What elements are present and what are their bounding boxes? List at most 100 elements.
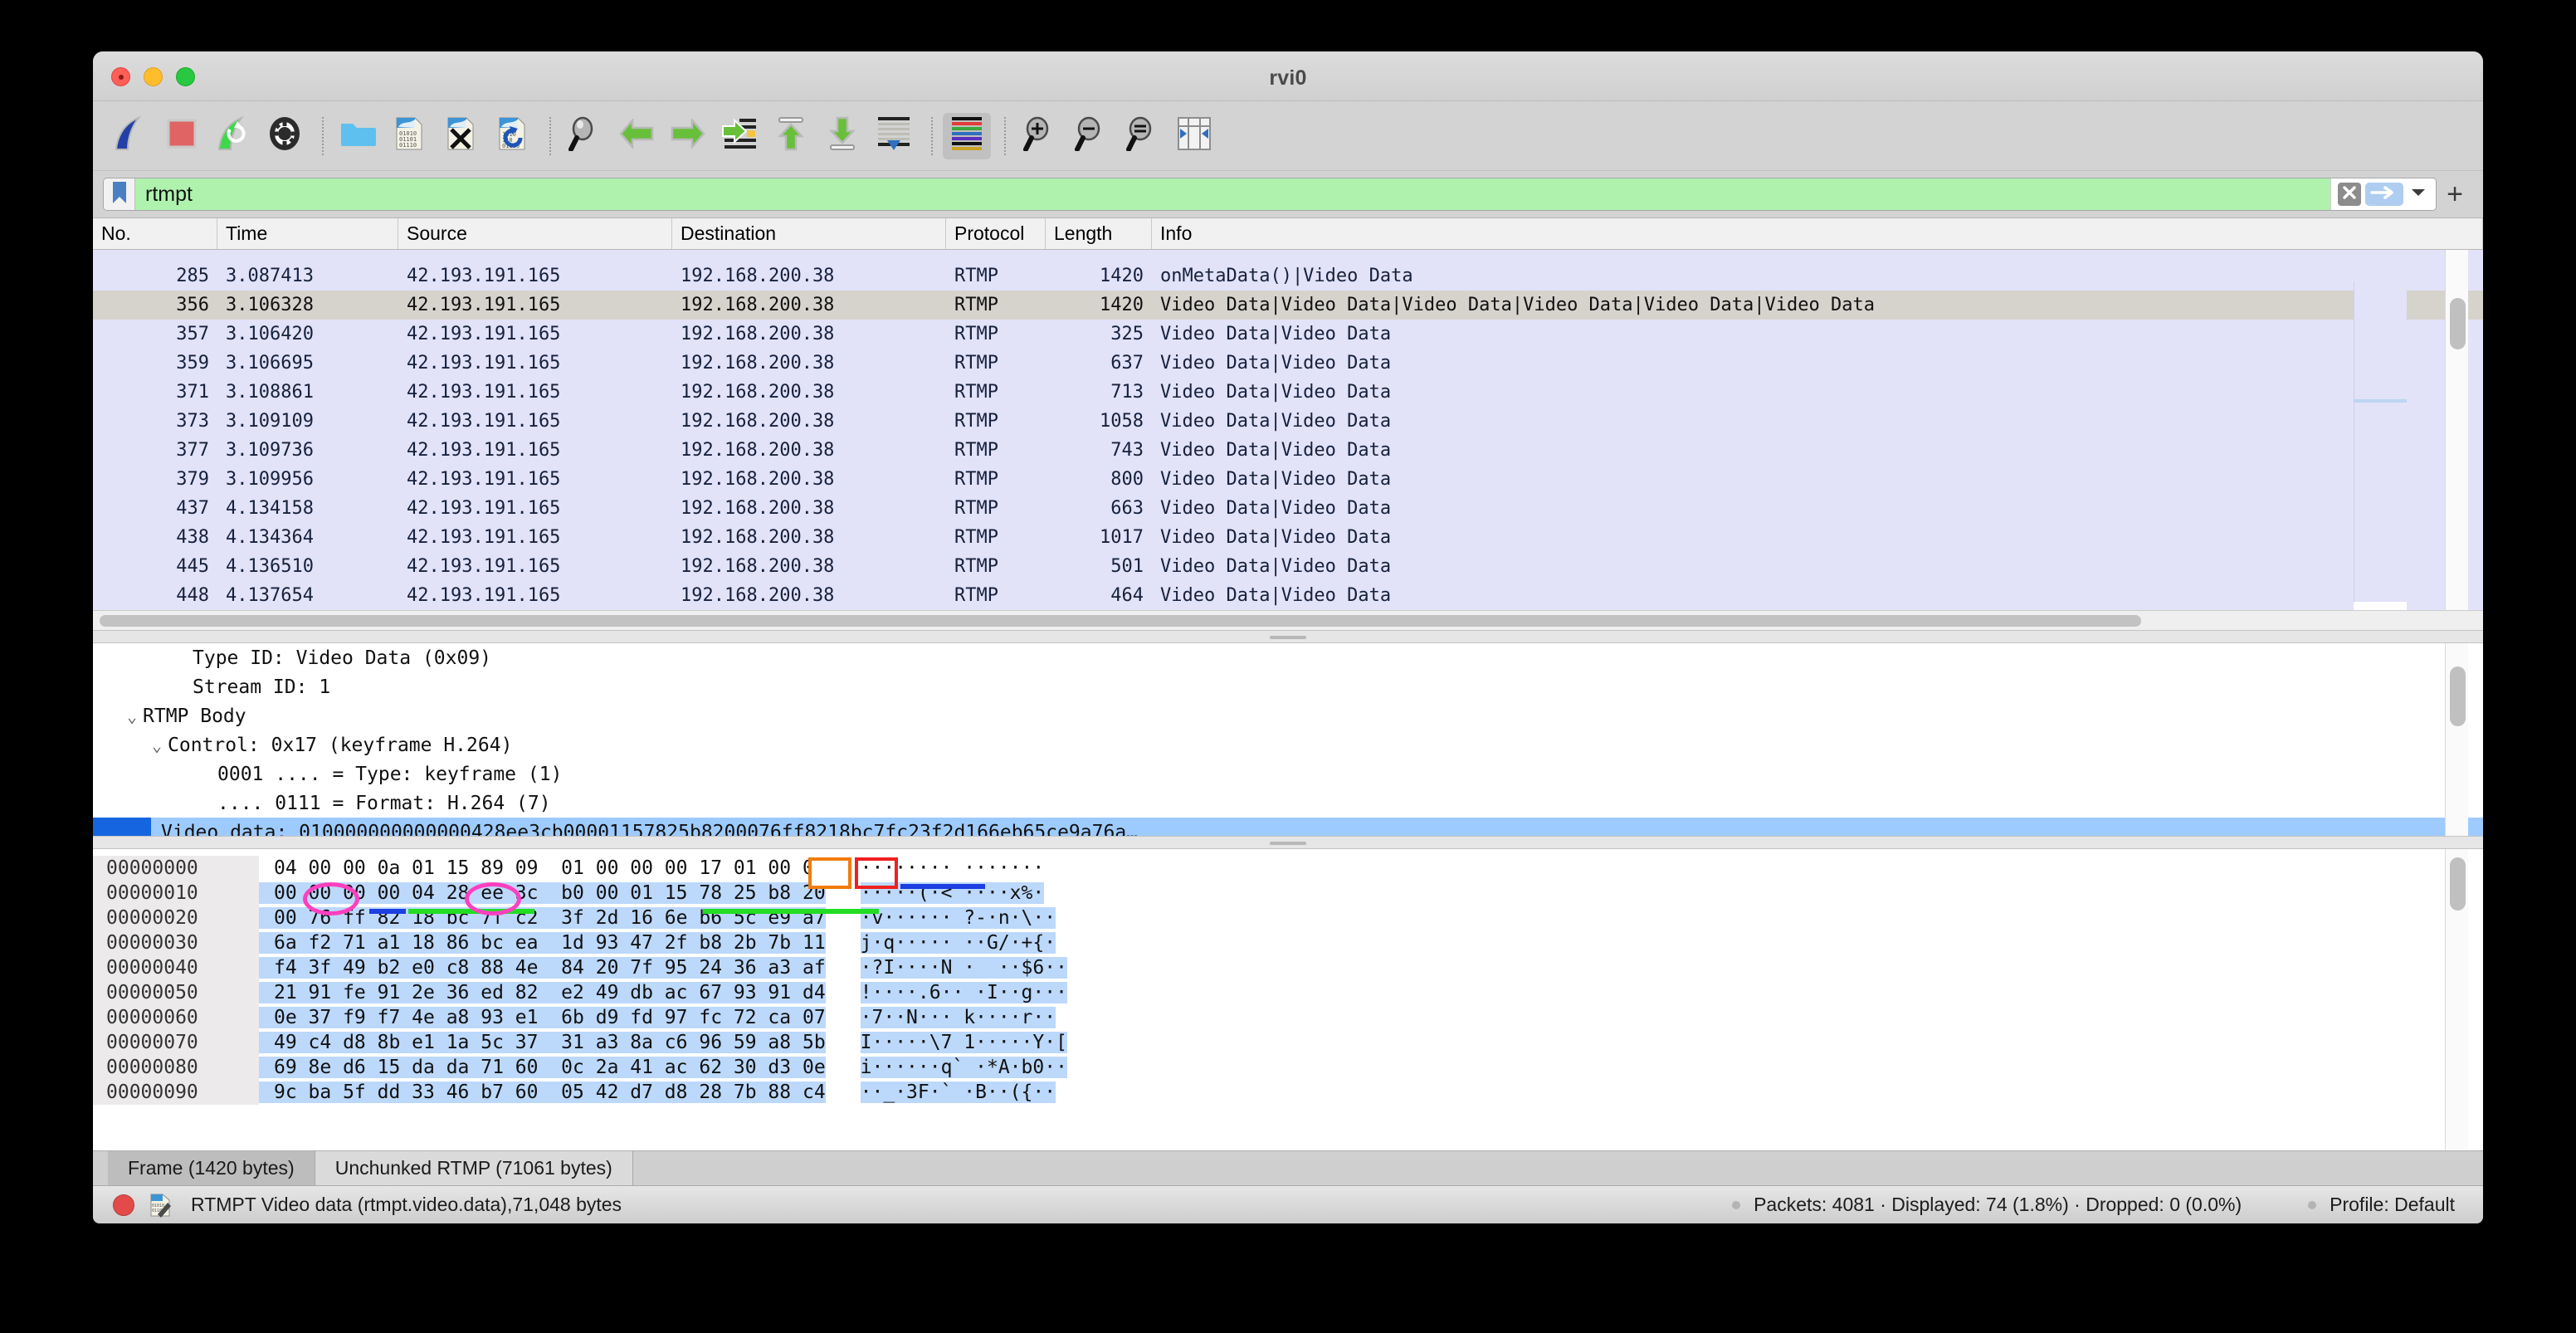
column-header-no[interactable]: No.: [93, 218, 217, 249]
close-file-button[interactable]: [437, 113, 485, 159]
packet-row[interactable]: 448 4.137654 42.193.191.165 192.168.200.38 R…: [93, 581, 2483, 610]
column-header-destination[interactable]: Destination: [672, 218, 946, 249]
column-header-info[interactable]: Info: [1152, 218, 2483, 249]
packet-row[interactable]: 377 3.109736 42.193.191.165 192.168.200.38 R…: [93, 436, 2483, 465]
filter-history-button[interactable]: [2408, 183, 2429, 206]
hex-dump-row[interactable]: 00000060 0e 37 f9 f7 4e a8 93 e1 6b d9 fd…: [93, 1005, 2483, 1030]
hex-dump-row[interactable]: 00000030 6a f2 71 a1 18 86 bc ea 1d 93 47…: [93, 930, 2483, 955]
stop-capture-button[interactable]: [158, 113, 206, 159]
packet-list-hscroll-thumb[interactable]: [100, 615, 2141, 627]
zoom-in-button[interactable]: [1016, 113, 1064, 159]
packet-list-scroll-thumb[interactable]: [2450, 298, 2466, 349]
detail-tree-row[interactable]: Stream ID: 1: [93, 672, 2483, 701]
reload-file-button[interactable]: 1010 110 01110: [488, 113, 536, 159]
tree-expander-icon[interactable]: ⌄: [146, 735, 168, 755]
packet-list-scrollbar[interactable]: [2445, 250, 2468, 610]
packet-list-rows[interactable]: 285 3.087413 42.193.191.165 192.168.200.38 R…: [93, 250, 2483, 610]
bookmark-icon: [111, 181, 128, 208]
detail-tree-row[interactable]: ⌄ RTMP Body: [93, 701, 2483, 730]
splitter-list-detail[interactable]: [93, 630, 2483, 643]
column-header-protocol[interactable]: Protocol: [946, 218, 1046, 249]
packet-row[interactable]: 357 3.106420 42.193.191.165 192.168.200.38 R…: [93, 320, 2483, 349]
capture-file-properties-icon[interactable]: 01010 01101: [148, 1193, 173, 1218]
packet-row[interactable]: 373 3.109109 42.193.191.165 192.168.200.38 R…: [93, 407, 2483, 436]
hex-bytes: 6a f2 71 a1 18 86 bc ea 1d 93 47 2f b8 2…: [259, 932, 826, 954]
packet-detail-pane[interactable]: Type ID: Video Data (0x09) Stream ID: 1 ⌄ R…: [93, 643, 2483, 836]
open-file-button[interactable]: [334, 113, 382, 159]
go-back-button[interactable]: [612, 113, 661, 159]
packet-row[interactable]: 285 3.087413 42.193.191.165 192.168.200.38 R…: [93, 261, 2483, 291]
packet-row[interactable]: 371 3.108861 42.193.191.165 192.168.200.38 R…: [93, 378, 2483, 407]
packet-bytes-scrollbar[interactable]: [2445, 849, 2468, 1150]
column-header-time[interactable]: Time: [217, 218, 398, 249]
save-file-icon: 01010 01101 01110: [395, 116, 423, 155]
byte-view-tab[interactable]: Unchunked RTMP (71061 bytes): [315, 1151, 633, 1185]
hex-offset: 00000020: [93, 906, 259, 930]
zoom-reset-button[interactable]: [1119, 113, 1167, 159]
hex-ascii: !····.6·· ·I··g···: [860, 982, 1067, 1003]
detail-tree-row[interactable]: ⌄ Control: 0x17 (keyframe H.264): [93, 730, 2483, 759]
display-filter-field[interactable]: rtmpt: [103, 178, 2437, 211]
detail-tree-row[interactable]: Video data: 010000000000000428ee3cb00001…: [93, 818, 2483, 836]
filter-input[interactable]: rtmpt: [135, 183, 2330, 205]
hex-dump-row[interactable]: 00000040 f4 3f 49 b2 e0 c8 88 4e 84 20 7f…: [93, 955, 2483, 980]
hex-dump-row[interactable]: 00000000 04 00 00 0a 01 15 89 09 01 00 00…: [93, 856, 2483, 881]
packet-time: 3.109736: [226, 440, 314, 461]
go-to-packet-button[interactable]: [715, 113, 764, 159]
packet-source: 42.193.191.165: [407, 382, 561, 403]
packet-row[interactable]: 356 3.106328 42.193.191.165 192.168.200.38 R…: [93, 291, 2483, 320]
go-to-last-button[interactable]: [818, 113, 866, 159]
apply-filter-button[interactable]: [2365, 183, 2403, 206]
restart-capture-button[interactable]: [209, 113, 257, 159]
expert-info-error-icon[interactable]: [113, 1194, 134, 1216]
packet-source: 42.193.191.165: [407, 498, 561, 519]
packet-row[interactable]: 438 4.134364 42.193.191.165 192.168.200.38 R…: [93, 523, 2483, 552]
tree-expander-icon[interactable]: ⌄: [121, 706, 143, 726]
detail-tree-row[interactable]: Type ID: Video Data (0x09): [93, 643, 2483, 672]
packet-list-hscrollbar[interactable]: [93, 610, 2483, 630]
capture-options-button[interactable]: [261, 113, 309, 159]
detail-tree-label: 0001 .... = Type: keyframe (1): [217, 763, 563, 785]
detail-selection-bar: [93, 818, 151, 836]
packet-protocol: RTMP: [954, 556, 998, 577]
packet-row-partial[interactable]: [93, 250, 2483, 261]
go-forward-button[interactable]: [664, 113, 712, 159]
arrow-down-last-icon: [826, 116, 859, 155]
packet-row[interactable]: 445 4.136510 42.193.191.165 192.168.200.38 R…: [93, 552, 2483, 581]
status-profile[interactable]: Profile: Default: [2330, 1194, 2455, 1216]
hex-dump-row[interactable]: 00000080 69 8e d6 15 da da 71 60 0c 2a 41…: [93, 1055, 2483, 1080]
colorize-button[interactable]: [943, 112, 991, 159]
add-filter-button[interactable]: +: [2437, 178, 2473, 210]
resize-columns-button[interactable]: [1170, 113, 1218, 159]
column-header-length[interactable]: Length: [1046, 218, 1152, 249]
packet-bytes-scroll-thumb[interactable]: [2450, 857, 2466, 911]
packet-detail-scroll-thumb[interactable]: [2450, 666, 2466, 726]
find-packet-button[interactable]: [561, 113, 609, 159]
detail-tree-row[interactable]: 0001 .... = Type: keyframe (1): [93, 759, 2483, 789]
column-header-source[interactable]: Source: [398, 218, 672, 249]
packet-time: 3.108861: [226, 382, 314, 403]
packet-row[interactable]: 379 3.109956 42.193.191.165 192.168.200.38 R…: [93, 465, 2483, 494]
packet-detail-scrollbar[interactable]: [2445, 643, 2468, 836]
hex-dump-row[interactable]: 00000050 21 91 fe 91 2e 36 ed 82 e2 49 db…: [93, 980, 2483, 1005]
clear-filter-button[interactable]: [2338, 183, 2361, 206]
go-to-first-button[interactable]: [767, 113, 815, 159]
packet-length: 464: [1110, 585, 1144, 606]
hex-dump-row[interactable]: 00000070 49 c4 d8 8b e1 1a 5c 37 31 a3 8a…: [93, 1030, 2483, 1055]
packet-bytes-pane[interactable]: 00000000 04 00 00 0a 01 15 89 09 01 00 00…: [93, 849, 2483, 1150]
detail-tree-row[interactable]: .... 0111 = Format: H.264 (7): [93, 789, 2483, 818]
hex-dump-row[interactable]: 00000020 00 76 ff 82 18 bc 7f c2 3f 2d 16…: [93, 906, 2483, 930]
packet-row[interactable]: 437 4.134158 42.193.191.165 192.168.200.38 R…: [93, 494, 2483, 523]
zoom-out-button[interactable]: [1067, 113, 1115, 159]
hex-dump-row[interactable]: 00000010 00 00 00 00 04 28 ee 3c b0 00 01…: [93, 881, 2483, 906]
byte-view-tab[interactable]: Frame (1420 bytes): [108, 1151, 315, 1185]
auto-scroll-button[interactable]: [870, 113, 918, 159]
filter-bookmark-button[interactable]: [104, 178, 135, 210]
toolbar-separator: [931, 116, 933, 155]
save-file-button[interactable]: 01010 01101 01110: [385, 113, 433, 159]
splitter-detail-bytes[interactable]: [93, 836, 2483, 849]
start-capture-button[interactable]: [106, 113, 154, 159]
hex-bytes: 00 00 00 00 04 28 ee 3c b0 00 01 15 78 2…: [259, 882, 826, 904]
packet-row[interactable]: 359 3.106695 42.193.191.165 192.168.200.38 R…: [93, 349, 2483, 378]
hex-dump-row[interactable]: 00000090 9c ba 5f dd 33 46 b7 60 05 42 d7…: [93, 1080, 2483, 1105]
